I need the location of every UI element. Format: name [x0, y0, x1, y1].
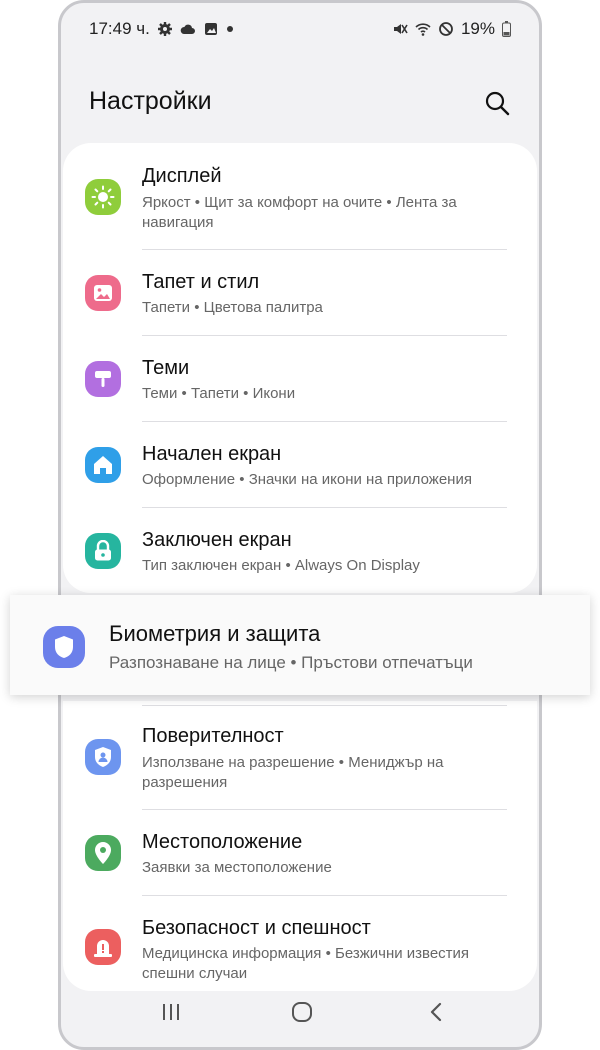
divider: [142, 809, 507, 810]
wifi-icon: [415, 23, 431, 36]
back-chevron-icon: [430, 1002, 442, 1022]
settings-item-location[interactable]: Местоположение Заявки за местоположение: [85, 831, 507, 901]
item-subtitle: Теми • Тапети • Икони: [142, 385, 296, 402]
phone-frame: 17:49 ч. 19% Настройки Дисплей Яркост • …: [58, 0, 542, 1050]
settings-item-lock-screen[interactable]: Заключен екран Тип заключен екран • Alwa…: [85, 529, 507, 599]
settings-item-emergency[interactable]: Безопасност и спешност Медицинска информ…: [85, 917, 507, 987]
divider: [142, 335, 507, 336]
settings-card-top: Дисплей Яркост • Щит за комфорт на очите…: [63, 143, 537, 593]
divider: [142, 421, 507, 422]
item-subtitle: Заявки за местоположение: [142, 859, 332, 876]
item-title: Заключен екран: [142, 529, 292, 551]
location-pin-icon: [95, 842, 111, 864]
search-icon[interactable]: [483, 89, 511, 117]
item-title: Безопасност и спешност: [142, 917, 371, 939]
divider: [142, 705, 507, 706]
back-button[interactable]: [421, 997, 451, 1027]
settings-item-wallpaper[interactable]: Тапет и стил Тапети • Цветова палитра: [85, 271, 507, 341]
lock-icon: [95, 540, 111, 561]
item-subtitle: Медицинска информация • Безжични извести…: [142, 945, 470, 982]
page-title: Настройки: [89, 87, 212, 115]
home-button[interactable]: [287, 997, 317, 1027]
home-icon: [94, 456, 112, 474]
item-subtitle: Използване на разрешение • Мениджър на р…: [142, 754, 444, 791]
divider: [142, 249, 507, 250]
item-title: Начален екран: [142, 443, 282, 465]
settings-item-biometrics[interactable]: Биометрия и защита Разпознаване на лице …: [10, 595, 590, 695]
status-bar: 17:49 ч. 19%: [61, 13, 539, 43]
mute-icon: [393, 24, 408, 34]
item-title: Тапет и стил: [142, 271, 260, 293]
navigation-bar: [61, 987, 539, 1037]
privacy-shield-icon: [95, 747, 111, 767]
recent-apps-icon: [163, 1004, 179, 1020]
emergency-icon: [94, 940, 112, 957]
gear-icon: [157, 22, 172, 36]
settings-item-home-screen[interactable]: Начален екран Оформление • Значки на ико…: [85, 443, 507, 513]
divider: [142, 507, 507, 508]
image-icon: [94, 285, 112, 301]
item-subtitle: Оформление • Значки на икони на приложен…: [142, 471, 472, 488]
item-title: Поверителност: [142, 725, 284, 747]
item-subtitle: Тапети • Цветова палитра: [142, 299, 323, 316]
recent-apps-button[interactable]: [156, 997, 186, 1027]
item-subtitle: Яркост • Щит за комфорт на очите • Лента…: [142, 194, 457, 231]
item-title: Дисплей: [142, 165, 222, 187]
dot-icon: [226, 26, 233, 32]
divider: [142, 895, 507, 896]
item-title: Теми: [142, 357, 190, 379]
settings-item-themes[interactable]: Теми Теми • Тапети • Икони: [85, 357, 507, 427]
item-subtitle: Тип заключен екран • Always On Display: [142, 557, 420, 574]
settings-item-privacy[interactable]: Поверителност Използване на разрешение •…: [85, 725, 507, 815]
settings-item-display[interactable]: Дисплей Яркост • Щит за комфорт на очите…: [85, 165, 507, 255]
item-title: Местоположение: [142, 831, 303, 853]
item-subtitle: Разпознаване на лице • Пръстови отпечатъ…: [109, 653, 473, 672]
home-circle-icon: [292, 1002, 312, 1022]
battery-icon: [502, 21, 511, 37]
paint-roller-icon: [95, 371, 111, 387]
cloud-icon: [180, 24, 195, 34]
gallery-icon: [204, 23, 217, 35]
status-time: 17:49 ч.: [89, 19, 150, 38]
settings-header: Настройки: [89, 87, 511, 127]
do-not-disturb-icon: [439, 22, 453, 36]
item-title: Биометрия и защита: [109, 621, 321, 646]
shield-icon: [55, 636, 73, 658]
sun-icon: [91, 185, 115, 209]
settings-card-bottom: Поверителност Използване на разрешение •…: [63, 701, 537, 991]
battery-level: 19%: [460, 19, 495, 38]
